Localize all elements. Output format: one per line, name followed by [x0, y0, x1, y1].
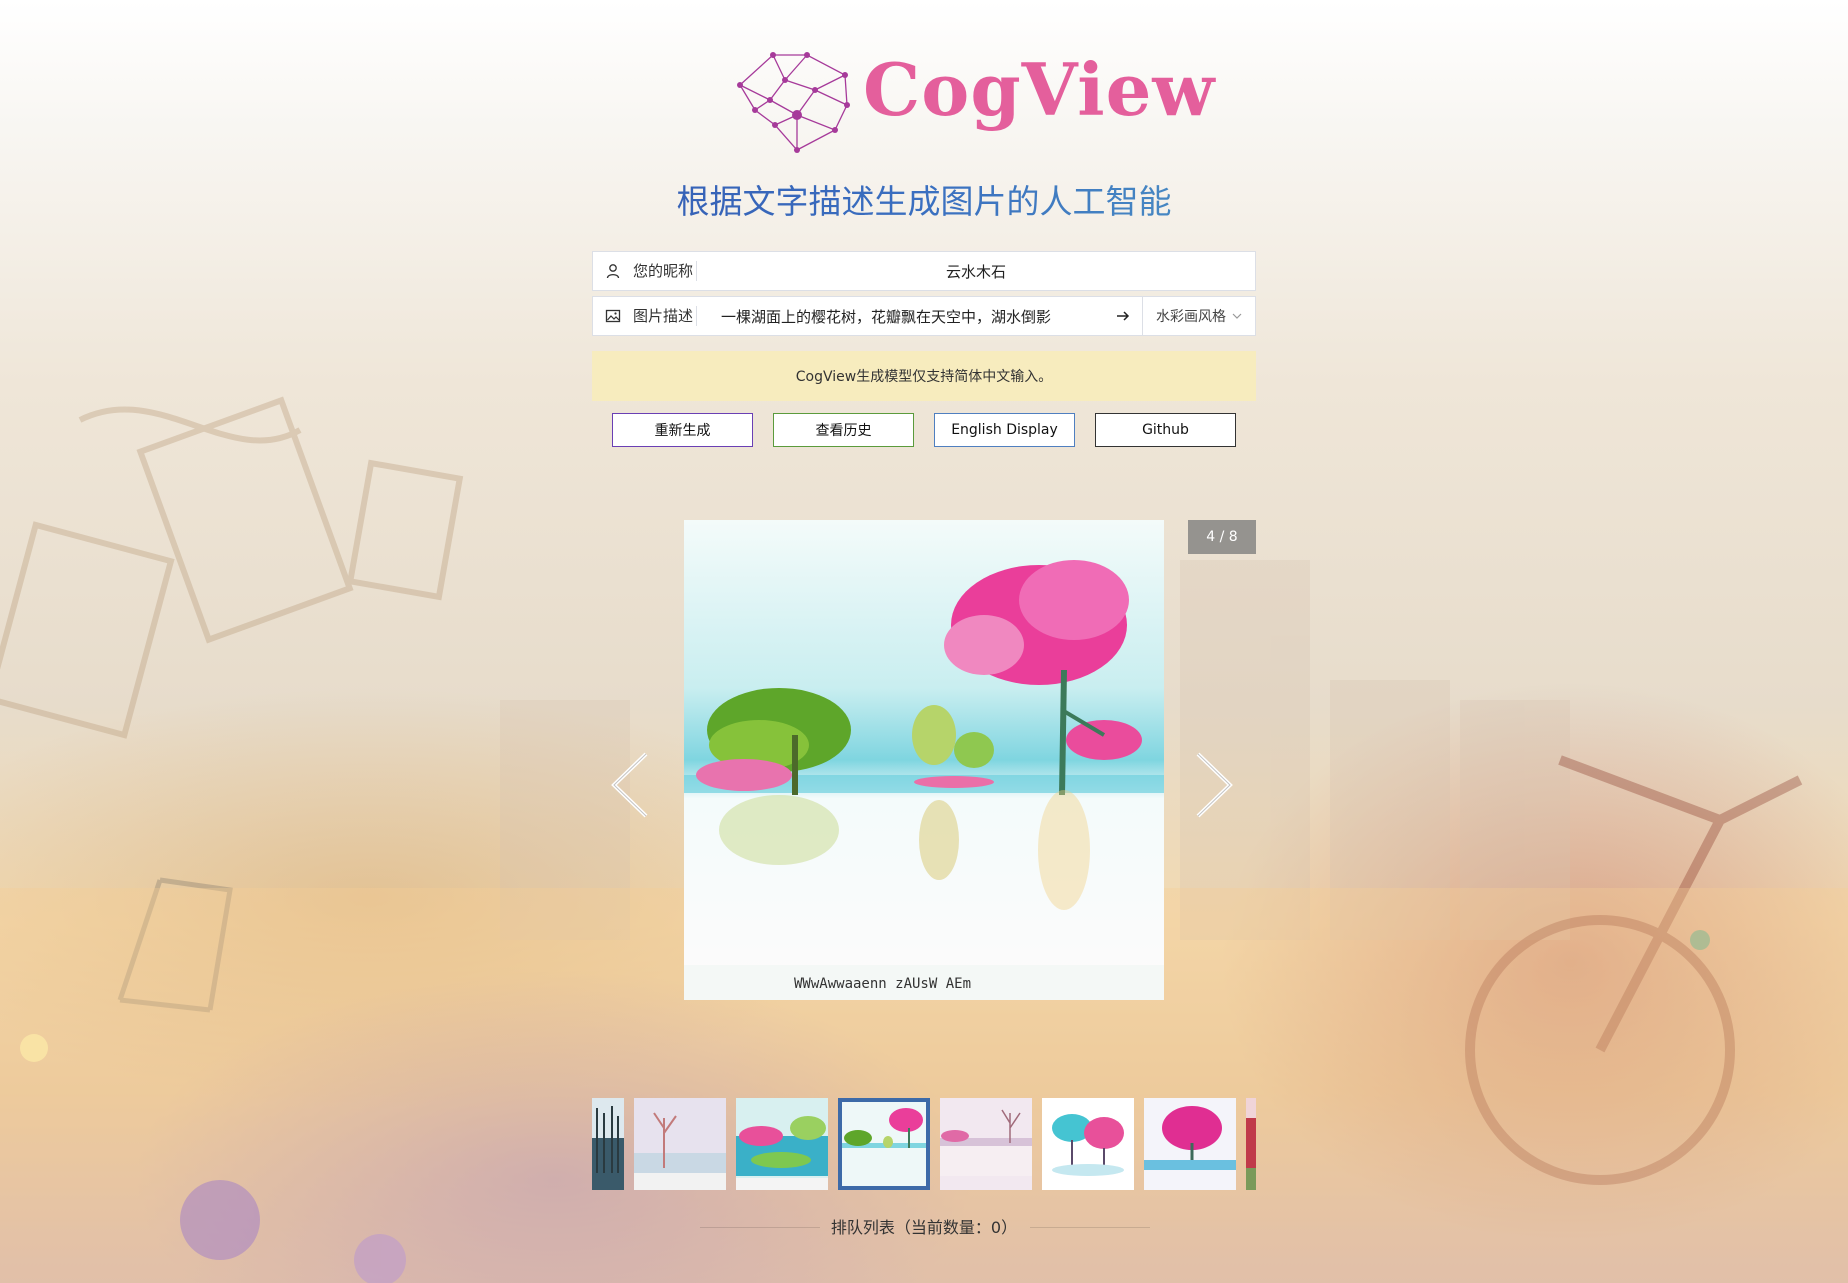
- github-button[interactable]: Github: [1095, 413, 1236, 447]
- next-image-button[interactable]: [1192, 750, 1236, 820]
- prev-image-button[interactable]: [608, 750, 652, 820]
- thumbnail-item[interactable]: [634, 1098, 726, 1190]
- history-button[interactable]: 查看历史: [773, 413, 914, 447]
- nickname-input[interactable]: 云水木石: [697, 261, 1255, 282]
- thumbnail-item[interactable]: [736, 1098, 828, 1190]
- submit-button[interactable]: [1103, 297, 1143, 335]
- notice-banner: CogView生成模型仅支持简体中文输入。: [592, 351, 1256, 401]
- chevron-left-icon: [611, 752, 648, 818]
- thumbnail-item[interactable]: [940, 1098, 1032, 1190]
- description-field[interactable]: 图片描述 一棵湖面上的樱花树，花瓣飘在天空中，湖水倒影 水彩画风格: [592, 296, 1256, 336]
- thumbnail-strip: [592, 1096, 1256, 1192]
- description-label: 图片描述: [633, 306, 697, 326]
- nickname-label: 您的昵称: [633, 261, 697, 281]
- image-watermark: WWwAwwaaenn zAUsW AEm: [794, 976, 971, 992]
- style-select[interactable]: 水彩画风格: [1143, 306, 1255, 326]
- english-display-button[interactable]: English Display: [934, 413, 1075, 447]
- page-tagline: 根据文字描述生成图片的人工智能: [0, 175, 1848, 223]
- style-select-value: 水彩画风格: [1156, 309, 1226, 325]
- arrow-right-icon: [1116, 311, 1129, 321]
- thumbnail-item[interactable]: [1042, 1098, 1134, 1190]
- chevron-down-icon: [1232, 313, 1242, 319]
- description-input[interactable]: 一棵湖面上的樱花树，花瓣飘在天空中，湖水倒影: [697, 306, 1103, 327]
- app-name: CogView: [863, 47, 1216, 132]
- generated-image: WWwAwwaaenn zAUsW AEm: [684, 520, 1164, 1000]
- thumbnail-item-active[interactable]: [838, 1098, 930, 1190]
- image-counter: 4 / 8: [1188, 520, 1256, 554]
- thumbnail-item[interactable]: [1246, 1098, 1256, 1190]
- app-logo: CogView: [735, 45, 1214, 155]
- chevron-right-icon: [1196, 752, 1233, 818]
- nickname-field[interactable]: 您的昵称 云水木石: [592, 251, 1256, 291]
- regenerate-button[interactable]: 重新生成: [612, 413, 753, 447]
- user-icon: [593, 263, 633, 279]
- thumbnail-item[interactable]: [592, 1098, 624, 1190]
- network-logo-icon: [737, 52, 850, 153]
- thumbnail-item[interactable]: [1144, 1098, 1236, 1190]
- image-icon: [593, 308, 633, 324]
- queue-status: 排队列表（当前数量：0）: [830, 1218, 1018, 1237]
